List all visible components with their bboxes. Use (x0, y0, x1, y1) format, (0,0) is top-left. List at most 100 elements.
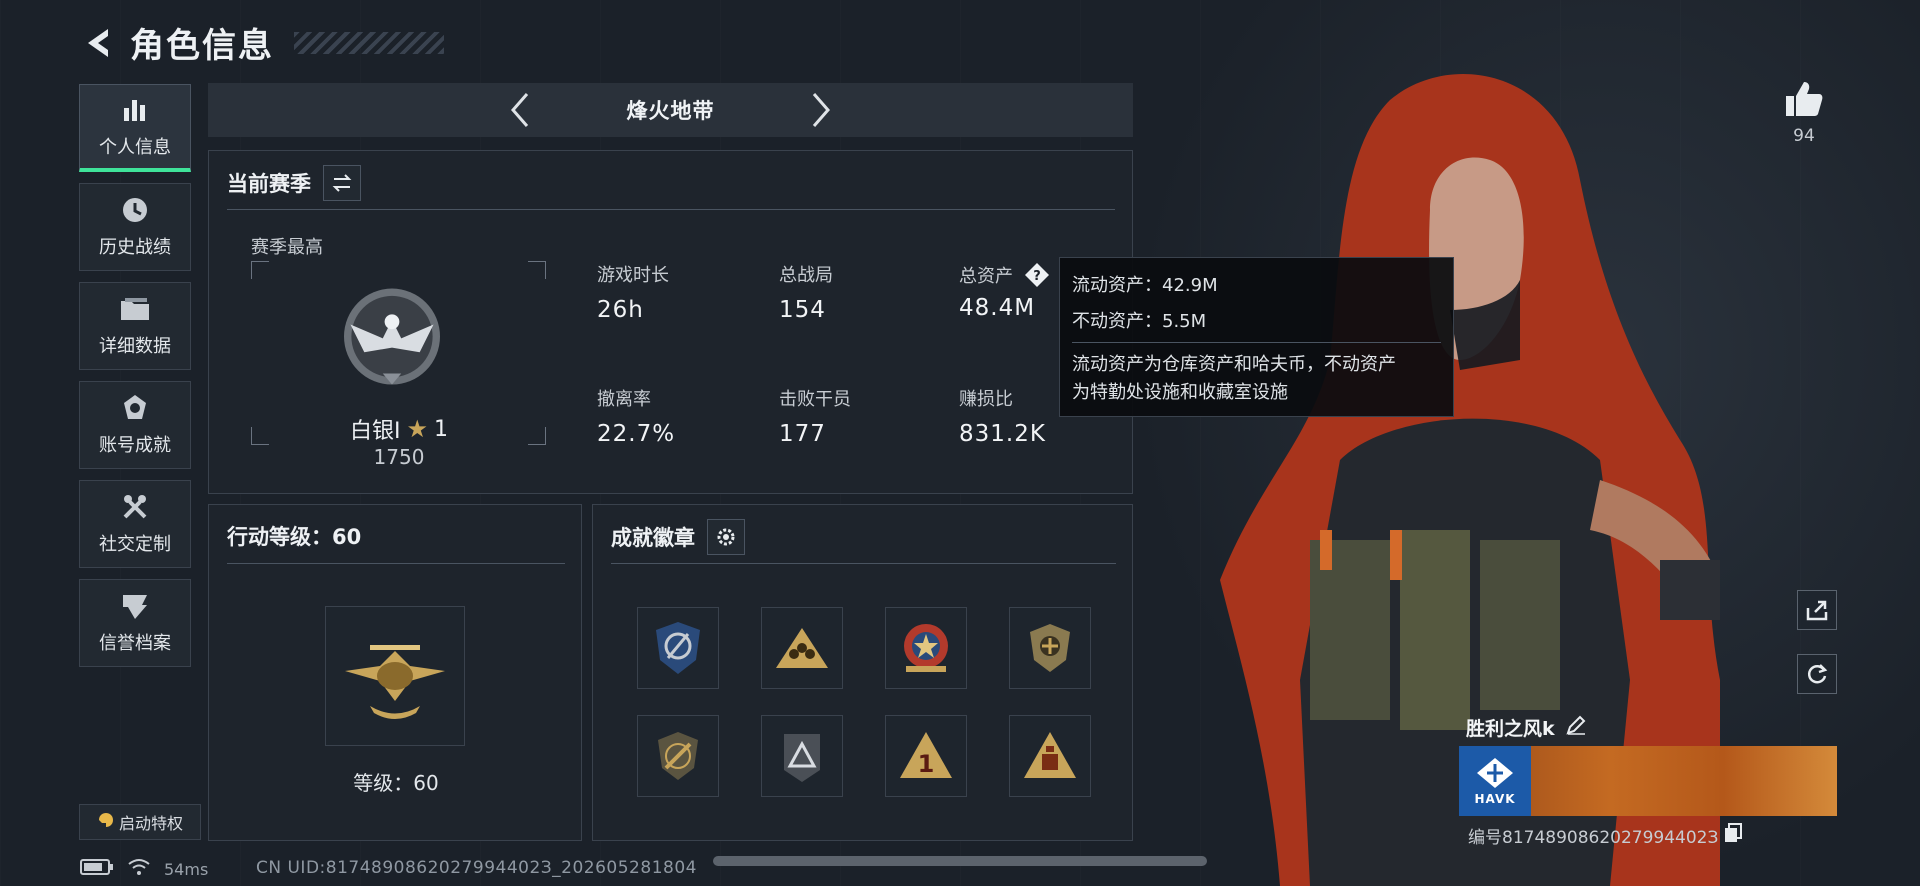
sidebar-item-social[interactable]: 社交定制 (79, 480, 191, 568)
rank-stars: 1 (434, 416, 448, 442)
season-switch-button[interactable] (323, 165, 361, 201)
stat-total-assets: 总资产 ? 48.4M (959, 261, 1051, 321)
share-icon (1806, 600, 1828, 621)
medal-icon (118, 393, 152, 423)
pyramid-badge-icon (784, 734, 820, 782)
help-icon[interactable]: ? (1023, 261, 1051, 289)
achievements-settings-button[interactable] (707, 519, 745, 555)
panel-divider (227, 209, 1115, 210)
back-arrow-icon (88, 28, 108, 57)
tools-icon (118, 492, 152, 522)
stat-extract-rate: 撤离率 22.7% (597, 389, 676, 447)
action-level-text: 等级：60 (353, 771, 439, 795)
helicopter-emblem-icon (345, 645, 445, 719)
badge-star[interactable] (885, 607, 967, 689)
action-level-emblem (325, 606, 465, 746)
bar-chart-icon (118, 95, 152, 125)
panel-divider (611, 563, 1116, 564)
page-header: 角色信息 (80, 18, 444, 67)
sidebar-item-label: 信誉档案 (99, 633, 171, 654)
privilege-button[interactable]: 启动特权 (79, 804, 201, 840)
star-icon: ★ (406, 415, 428, 443)
mode-next-button[interactable] (801, 90, 841, 130)
season-best-label: 赛季最高 (251, 237, 323, 258)
hawk-logo: HAVK (1459, 746, 1531, 816)
folder-icon (118, 294, 152, 324)
wifi-icon (128, 858, 150, 880)
stat-profit-ratio: 赚损比 831.2K (959, 389, 1046, 447)
sidebar-item-label: 历史战绩 (99, 237, 171, 258)
thumbs-up-icon (1786, 82, 1823, 116)
badge-warning-triangle[interactable] (1009, 715, 1091, 797)
back-button[interactable] (80, 23, 116, 63)
warning-triangle-icon (1024, 732, 1076, 778)
shield-emblem-icon (656, 622, 700, 674)
badge-shield-emblem[interactable] (637, 607, 719, 689)
stat-play-time: 游戏时长 26h (597, 265, 669, 323)
badge-pyramid[interactable] (761, 715, 843, 797)
sidebar-item-reputation[interactable]: 信誉档案 (79, 579, 191, 667)
mode-title: 烽火地带 (626, 99, 715, 123)
svg-text:?: ? (1033, 269, 1041, 284)
sidebar-item-details[interactable]: 详细数据 (79, 282, 191, 370)
badge-sword-shield[interactable] (637, 715, 719, 797)
battery-icon (80, 858, 114, 880)
sidebar-item-achievements[interactable]: 账号成就 (79, 381, 191, 469)
player-name-row: 胜利之风k (1466, 714, 1587, 741)
gold-shield-icon (1030, 624, 1070, 672)
sidebar-item-label: 账号成就 (99, 435, 171, 456)
badge-triangle-squad[interactable] (761, 607, 843, 689)
season-title: 当前赛季 (227, 172, 311, 196)
edit-name-button[interactable] (1565, 714, 1587, 741)
stat-total-matches: 总战局 154 (779, 265, 833, 323)
season-panel: 当前赛季 赛季最高 白银I ★ 1 1750 游戏时长 26h 总战局 154 … (208, 150, 1133, 494)
sword-shield-icon (658, 732, 698, 780)
svg-text:1: 1 (918, 750, 935, 778)
status-bar: 54ms (80, 858, 208, 880)
star-badge-icon (904, 624, 948, 672)
hawk-logo-icon (1477, 758, 1513, 788)
copy-icon (1725, 823, 1743, 842)
share-button[interactable] (1797, 590, 1837, 630)
mode-prev-button[interactable] (500, 90, 540, 130)
stat-defeated-operators: 击败干员 177 (779, 389, 851, 447)
rank-score: 1750 (373, 445, 425, 469)
like-count: 94 (1793, 126, 1815, 146)
sidebar-item-personal-info[interactable]: 个人信息 (79, 84, 191, 172)
rank-name-row: 白银I ★ 1 (209, 413, 589, 445)
refresh-button[interactable] (1797, 654, 1837, 694)
badge-gold-shield[interactable] (1009, 607, 1091, 689)
sidebar-item-label: 社交定制 (99, 534, 171, 555)
mode-selector: 烽火地带 (208, 83, 1133, 137)
swap-icon (332, 174, 352, 192)
privilege-icon (97, 811, 115, 833)
rank-emblem-icon (344, 288, 440, 385)
rank-name: 白银I (349, 419, 401, 444)
player-id-row: 编号8174890862027994402З (1468, 823, 1743, 848)
sidebar-item-history[interactable]: 历史战绩 (79, 183, 191, 271)
tooltip-description-line2: 为特勤处设施和收藏室设施 (1072, 382, 1288, 403)
player-id: 编号8174890862027994402З (1468, 828, 1719, 848)
gear-icon (717, 528, 735, 546)
name-card[interactable]: HAVK (1459, 746, 1837, 816)
tooltip-liquid-assets: 流动资产：42.9M (1072, 275, 1218, 296)
page-title: 角色信息 (130, 26, 274, 66)
tooltip-description-line1: 流动资产为仓库资产和哈夫币，不动资产 (1072, 354, 1396, 375)
achievements-title: 成就徽章 (611, 526, 695, 550)
badge-number-one[interactable]: 1 (885, 715, 967, 797)
copy-button[interactable] (1724, 823, 1743, 848)
history-clock-icon (118, 195, 152, 225)
title-decoration (294, 31, 444, 54)
sidebar-item-label: 个人信息 (99, 136, 171, 158)
tooltip-fixed-assets: 不动资产：5.5M (1072, 311, 1207, 332)
panel-divider (227, 563, 565, 564)
reputation-icon (118, 591, 152, 621)
number-one-triangle-icon: 1 (900, 732, 952, 778)
bottom-scrollbar[interactable] (713, 856, 1207, 866)
like-button[interactable]: 94 (1782, 80, 1826, 146)
uid-text: CN UID:8174890862027994402З_202605281804 (256, 858, 697, 878)
player-name: 胜利之风k (1466, 718, 1555, 740)
triangle-squad-icon (776, 628, 828, 668)
assets-tooltip: 流动资产：42.9M 不动资产：5.5M 流动资产为仓库资产和哈夫币，不动资产 … (1059, 257, 1454, 417)
action-level-panel: 行动等级：60 等级：60 (208, 504, 582, 841)
